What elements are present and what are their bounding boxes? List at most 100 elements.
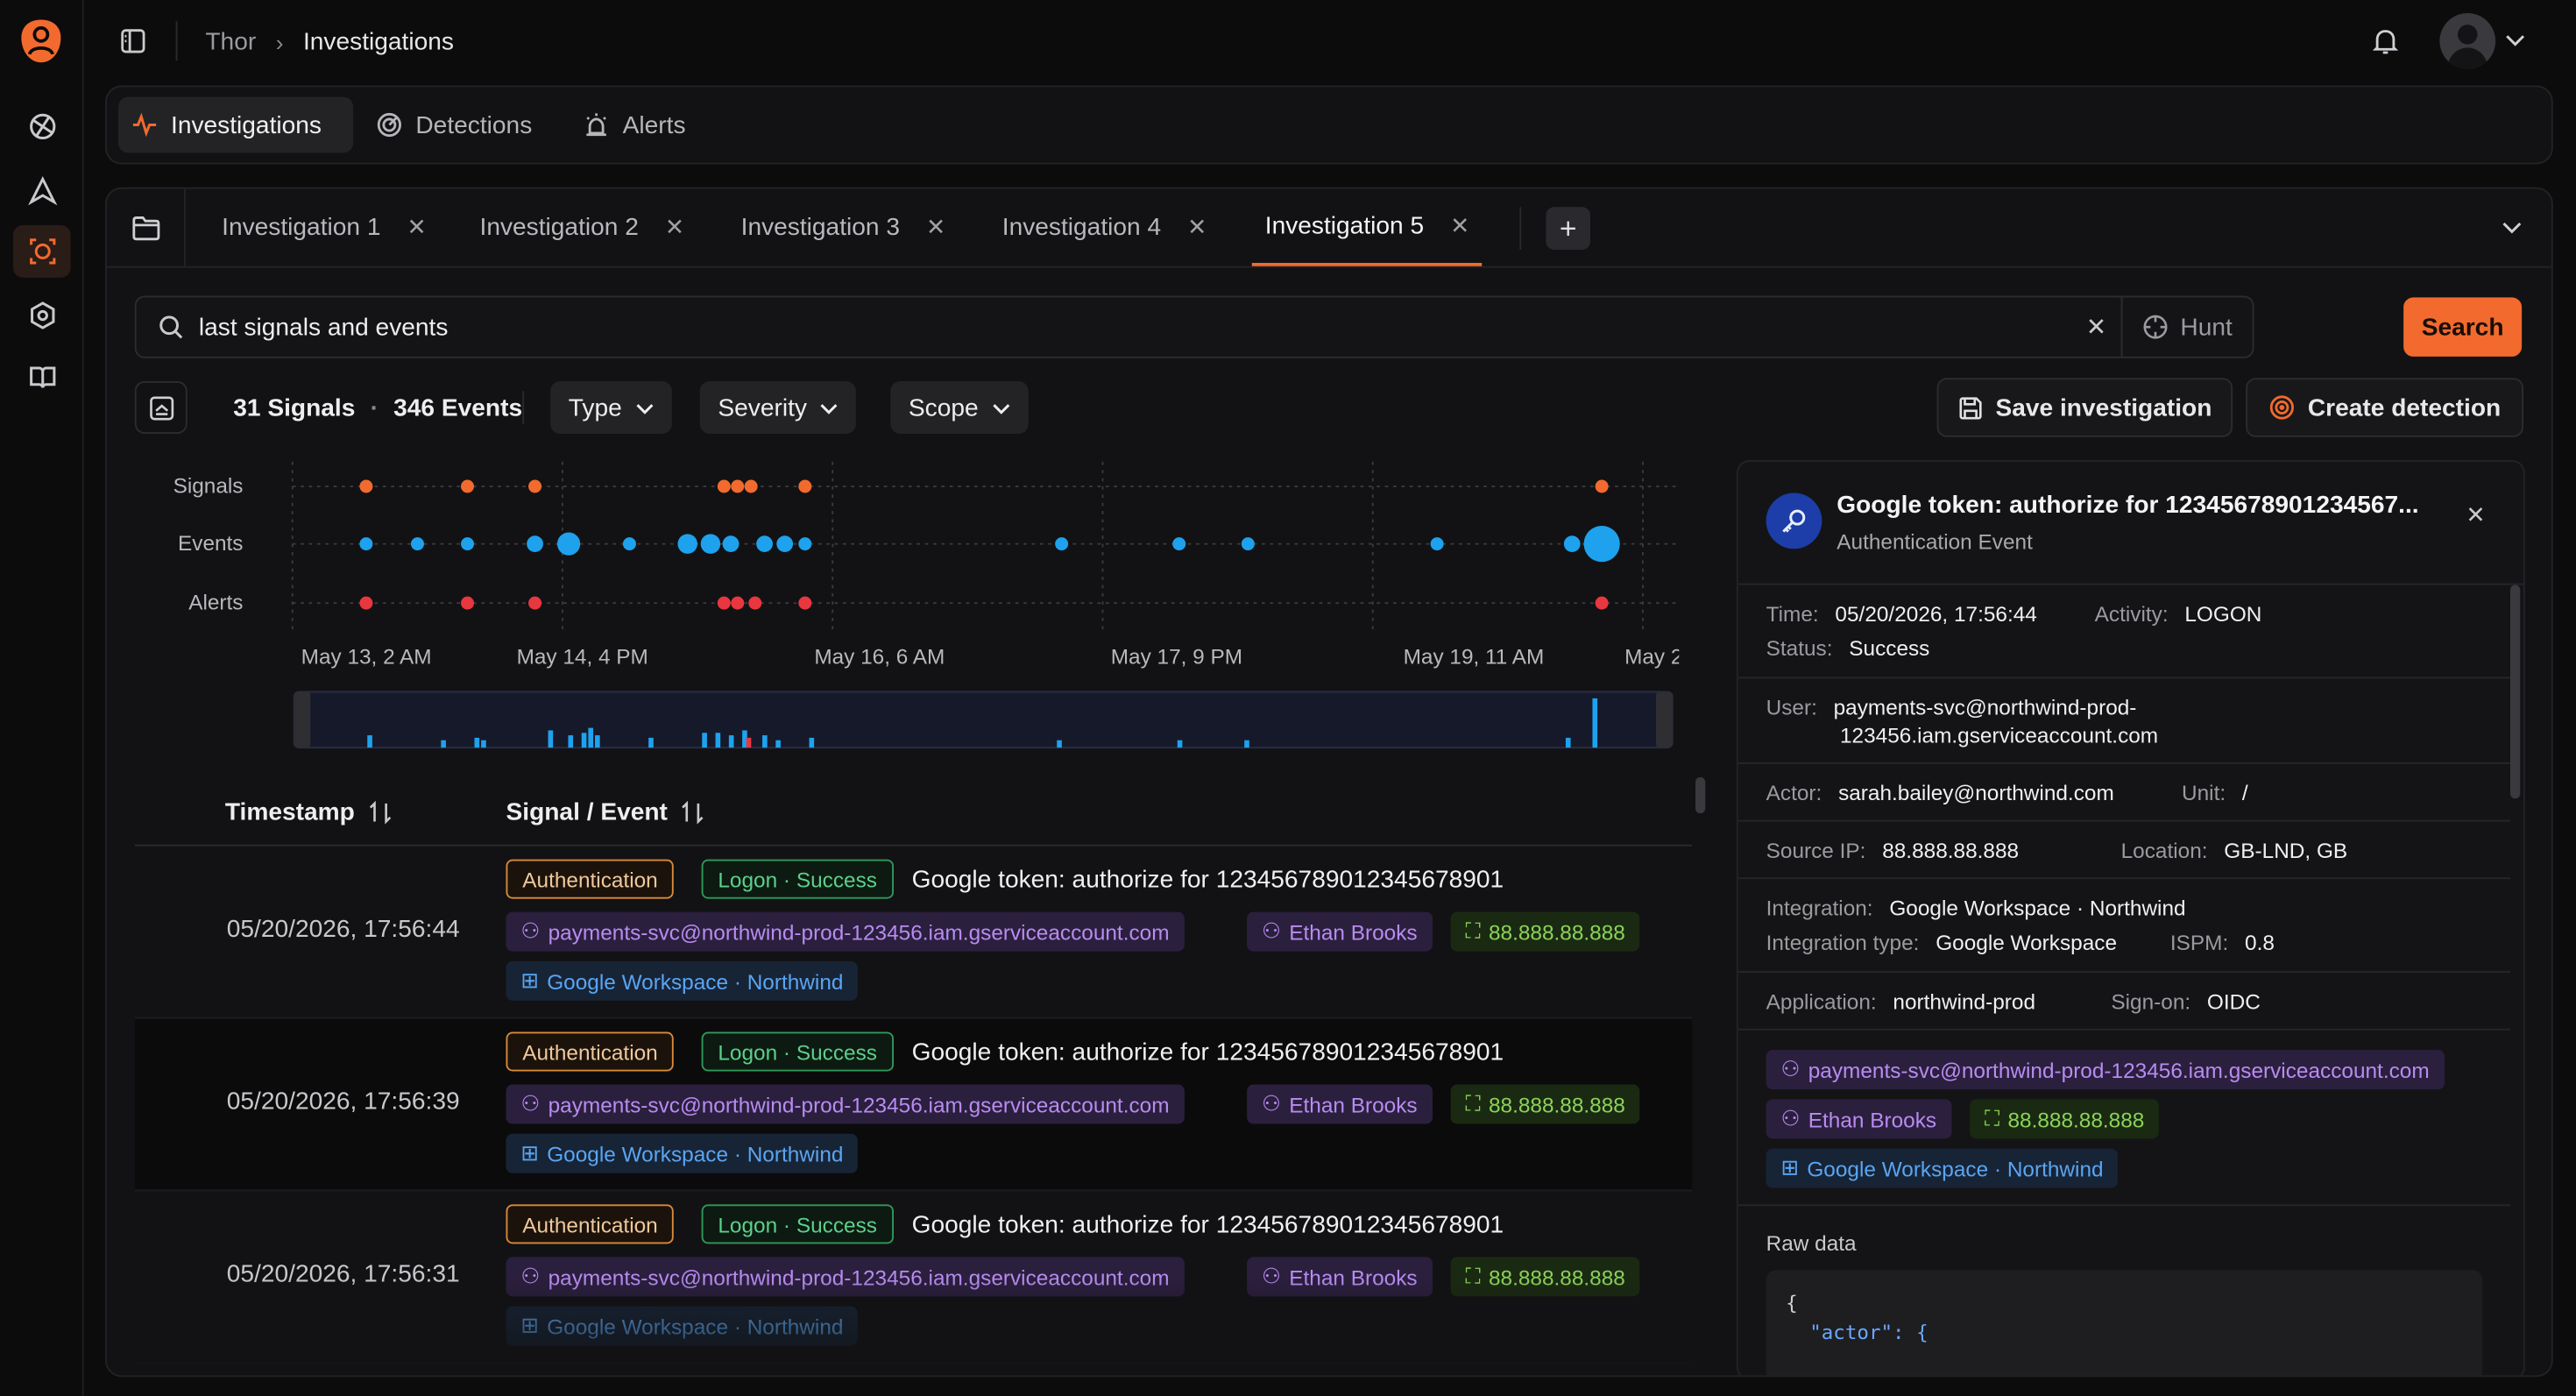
row-label: Alerts	[188, 592, 243, 615]
chart-point	[622, 537, 636, 551]
outcome-tag[interactable]: Logon · Success	[701, 859, 894, 899]
chart-point	[744, 479, 758, 493]
close-icon[interactable]: ✕	[407, 214, 427, 242]
person-tag[interactable]: ⚇ Ethan Brooks	[1247, 1084, 1433, 1124]
person-tag[interactable]: ⚇ Ethan Brooks	[1247, 911, 1433, 952]
histogram-bar	[474, 737, 480, 748]
integration-tag[interactable]: ⊞ Google Workspace · Northwind	[506, 1133, 859, 1173]
category-tag[interactable]: Authentication	[506, 1031, 675, 1072]
search-button[interactable]: Search	[2403, 297, 2523, 357]
hexagon-icon[interactable]	[23, 296, 62, 336]
integration-tag[interactable]: ⊞ Google Workspace · Northwind	[1766, 1148, 2119, 1188]
tab-label: Investigations	[171, 110, 322, 139]
chart-point	[359, 479, 373, 493]
folder-button[interactable]	[107, 188, 186, 266]
tab-alerts[interactable]: Alerts	[570, 97, 699, 153]
field-key: Source IP:	[1766, 838, 1866, 863]
globe-icon[interactable]	[23, 107, 62, 146]
detail-panel: Google token: authorize for 123456789012…	[1736, 460, 2525, 1376]
x-tick-label: May 13, 2 AM	[301, 646, 432, 670]
type-dropdown[interactable]: Type	[550, 381, 671, 434]
integration-tag[interactable]: ⊞ Google Workspace · Northwind	[506, 960, 859, 1001]
tag-icon: ⚇	[1262, 1091, 1281, 1116]
table-scrollbar-thumb[interactable]	[1695, 776, 1706, 814]
field-value: Google Workspace · Northwind	[1889, 895, 2186, 920]
save-investigation-button[interactable]: Save investigation	[1936, 378, 2233, 437]
principal-tag[interactable]: ⚇ payments-svc@northwind-prod-123456.iam.…	[506, 1084, 1185, 1124]
close-icon[interactable]: ✕	[1450, 212, 1469, 240]
raw-data-block[interactable]: { "actor": {	[1766, 1270, 2483, 1376]
outcome-tag[interactable]: Logon · Success	[701, 1204, 894, 1244]
search-input[interactable]: last signals and events	[199, 313, 2072, 341]
clear-icon[interactable]: ✕	[2071, 312, 2120, 342]
tab-detections[interactable]: Detections	[363, 97, 545, 153]
tag-label: 88.888.88.888	[2007, 1106, 2145, 1131]
field-key: Application:	[1766, 989, 1877, 1014]
scroll-fade	[134, 1276, 1693, 1376]
ip-tag[interactable]: ⛶ 88.888.88.888	[1970, 1099, 2160, 1139]
chart-point	[359, 596, 373, 610]
tag-label: 88.888.88.888	[1488, 1091, 1625, 1117]
left-rail	[0, 0, 84, 1396]
principal-tag[interactable]: ⚇ payments-svc@northwind-prod-123456.iam.…	[506, 911, 1185, 952]
hunt-button[interactable]: Hunt	[2120, 297, 2253, 357]
category-tag[interactable]: Authentication	[506, 859, 675, 899]
close-icon[interactable]: ✕	[665, 214, 684, 242]
principal-tag[interactable]: ⚇ payments-svc@northwind-prod-123456.iam.…	[1766, 1050, 2445, 1090]
chart-point	[717, 479, 731, 493]
crosshair-icon	[2143, 315, 2168, 339]
outcome-tag[interactable]: Logon · Success	[701, 1031, 894, 1072]
tab-investigation-5[interactable]: Investigation 5 ✕	[1251, 189, 1483, 266]
collapse-chart-button[interactable]	[134, 381, 188, 434]
scope-dropdown[interactable]: Scope	[890, 381, 1028, 434]
close-icon[interactable]: ✕	[2466, 501, 2485, 529]
person-tag[interactable]: ⚇ Ethan Brooks	[1766, 1099, 1951, 1139]
tab-investigation-1[interactable]: Investigation 1 ✕	[222, 189, 426, 266]
chevron-down-icon[interactable]	[2505, 33, 2525, 50]
timestamp-column-header[interactable]: Timestamp	[225, 798, 393, 826]
table-row[interactable]: 05/20/2026, 17:56:44 Authentication Logon …	[134, 847, 1693, 1019]
category-tag[interactable]: Authentication	[506, 1204, 675, 1244]
chart-point	[410, 537, 424, 551]
row-label: Signals	[173, 475, 244, 499]
app-logo[interactable]	[20, 18, 63, 65]
tab-label: Investigation 2	[479, 213, 639, 242]
avatar[interactable]	[2439, 13, 2496, 69]
tab-investigation-4[interactable]: Investigation 4 ✕	[1002, 189, 1207, 266]
triangle-icon[interactable]	[23, 171, 62, 210]
severity-dropdown[interactable]: Severity	[699, 381, 857, 434]
signal-column-header[interactable]: Signal / Event	[506, 798, 706, 826]
book-icon[interactable]	[23, 358, 62, 398]
ip-tag[interactable]: ⛶ 88.888.88.888	[1450, 911, 1640, 952]
field-value: 05/20/2026, 17:56:44	[1835, 601, 2037, 627]
sidebar-toggle-icon[interactable]	[120, 28, 146, 54]
chart-point	[528, 479, 542, 493]
ip-tag[interactable]: ⛶ 88.888.88.888	[1450, 1084, 1640, 1124]
top-bar: Thor › Investigations	[84, 0, 2576, 82]
bell-icon[interactable]	[2371, 26, 2401, 56]
close-icon[interactable]: ✕	[1187, 214, 1207, 242]
signal-title[interactable]: Google token: authorize for 123456789012…	[912, 866, 1504, 894]
signal-title[interactable]: Google token: authorize for 123456789012…	[912, 1038, 1504, 1066]
tag-icon: ⚇	[520, 1091, 541, 1116]
tab-investigation-2[interactable]: Investigation 2 ✕	[480, 189, 684, 266]
sort-icon	[682, 800, 704, 825]
table-row[interactable]: 05/20/2026, 17:56:39 Authentication Logon …	[134, 1018, 1693, 1192]
chart-point	[731, 479, 745, 493]
field-key: Unit:	[2182, 780, 2226, 805]
x-tick-label: May 14, 4 PM	[517, 646, 648, 670]
breadcrumb-root[interactable]: Thor	[205, 28, 256, 56]
x-tick-label: May 21, 1 AM	[1624, 646, 1679, 670]
close-icon[interactable]: ✕	[926, 214, 945, 242]
add-tab-button[interactable]: +	[1546, 207, 1590, 250]
chevron-down-icon[interactable]	[2502, 220, 2523, 237]
signal-title[interactable]: Google token: authorize for 123456789012…	[912, 1211, 1504, 1239]
user-section: User: payments-svc@northwind-prod- 123456…	[1737, 678, 2510, 764]
tab-investigation-3[interactable]: Investigation 3 ✕	[741, 189, 945, 266]
source-ip-field: Source IP: 88.888.88.888	[1766, 838, 2019, 862]
field-key: Activity:	[2094, 601, 2169, 627]
investigations-rail-icon[interactable]	[13, 224, 71, 278]
detail-scrollbar[interactable]	[2510, 585, 2521, 799]
create-detection-button[interactable]: Create detection	[2246, 378, 2523, 437]
tab-investigations[interactable]: Investigations	[118, 96, 354, 153]
